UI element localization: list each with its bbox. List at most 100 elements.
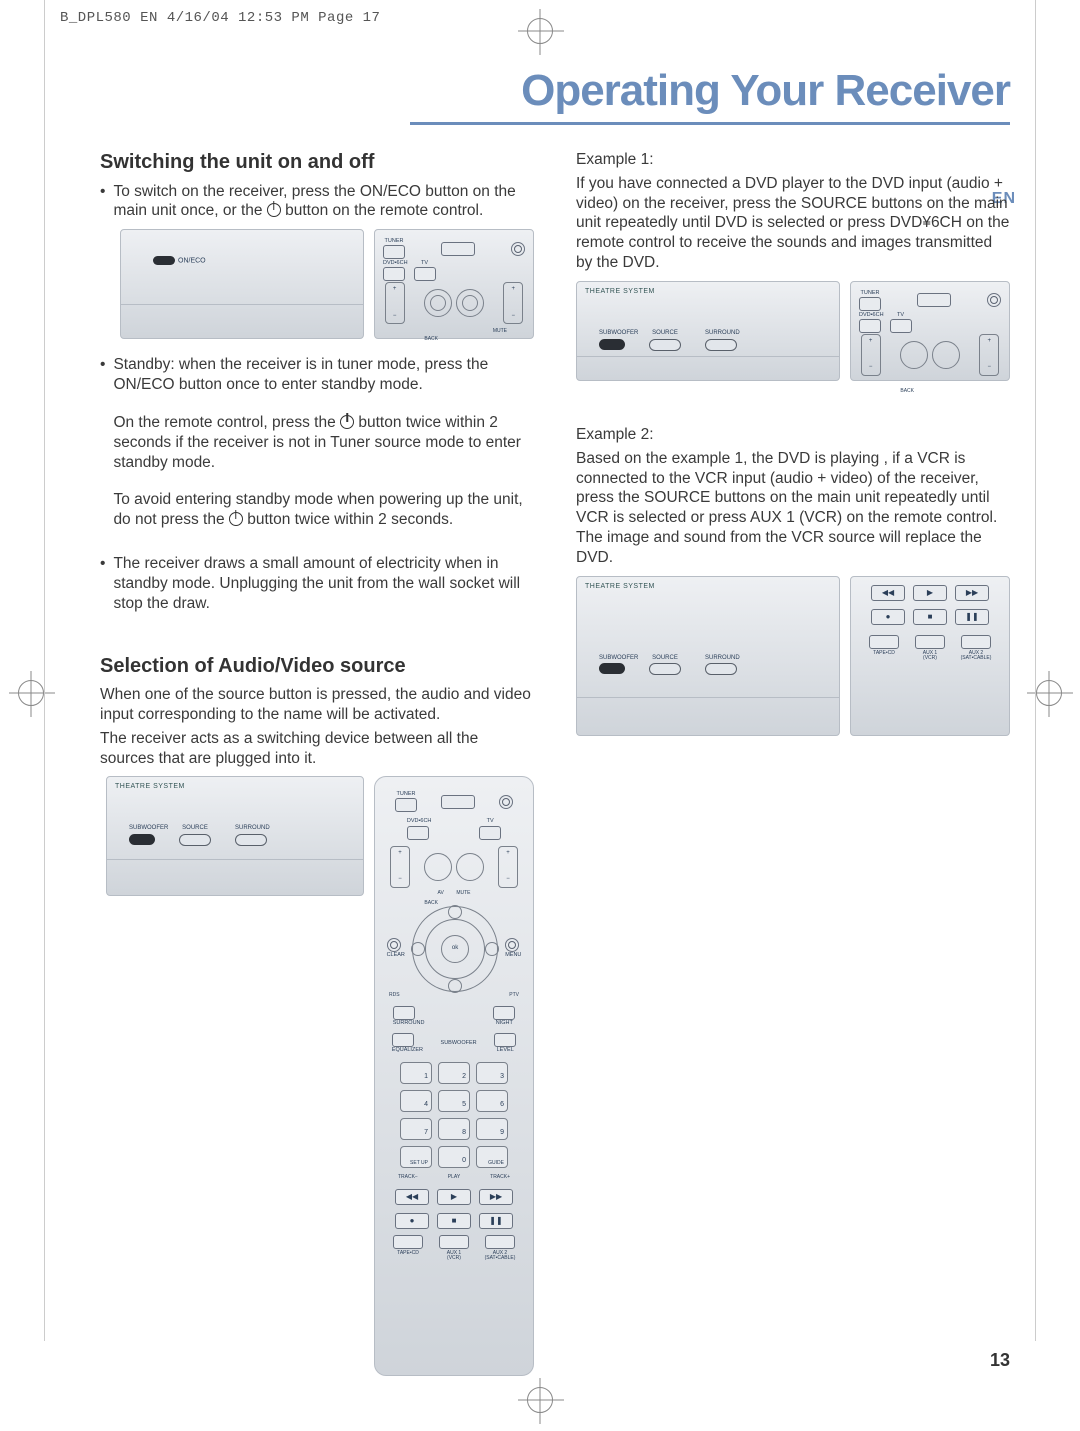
num-0: 0 [438,1146,470,1168]
power-icon [267,203,281,217]
record-button-icon: ● [395,1213,429,1229]
play-button-icon: ▶ [437,1189,471,1205]
num-7: 7 [400,1118,432,1140]
tv-label: TV [479,818,501,825]
channel-rocker-icon: +− [385,282,405,324]
num-5: 5 [438,1090,470,1112]
ok-button: ok [441,935,469,963]
main-unit-illustration: THEATRE SYSTEM SUBWOOFER SOURCE SURROUND [576,281,840,381]
nav-circle-icon [424,853,452,881]
theatre-system-label: THEATRE SYSTEM [585,583,655,592]
remote-top-illustration: TUNER DVD•6CH TV +− [374,229,534,339]
power-button-icon [987,293,1001,307]
subwoofer-label: SUBWOOFER [441,1040,477,1047]
volume-rocker-icon: +− [498,846,518,888]
left-column: Switching the unit on and off • To switc… [100,150,534,1392]
ptv-label: PTV [509,992,519,998]
standby-p2a: On the remote control, press the [113,414,340,431]
tv-button-icon [890,319,912,333]
heading-switching: Switching the unit on and off [100,150,534,176]
remote-transport-illustration: ◀◀ ▶ ▶▶ ● ■ ❚❚ TAPE•CD AUX 1 (VCR) A [850,576,1010,736]
figure-example1: THEATRE SYSTEM SUBWOOFER SOURCE SURROUND… [576,281,1010,381]
remote-full-illustration: TUNER DVD•6CH TV +− [374,776,534,1376]
bullet-icon: • [100,355,105,534]
volume-rocker-icon: +− [503,282,523,324]
tuner-label: TUNER [395,791,417,798]
tv-button-icon [414,267,436,281]
equalizer-button-icon [392,1033,414,1047]
num-4: 4 [400,1090,432,1112]
subwoofer-control: SUBWOOFER [129,825,168,845]
guide-button: GUIDE [476,1146,508,1168]
stop-button-icon: ■ [437,1213,471,1229]
figure-unit-remote-1: ON/ECO TUNER DVD•6CH TV [120,229,534,339]
tv-label: TV [414,260,436,267]
draw-text: The receiver draws a small amount of ele… [113,554,534,613]
main-unit-illustration: THEATRE SYSTEM SUBWOOFER SOURCE SURROUND [106,776,364,896]
page: B_DPL580 EN 4/16/04 12:53 PM Page 17 Ope… [0,0,1080,1431]
channel-rocker-icon: +− [861,334,881,376]
play-label: PLAY [448,1174,460,1180]
tv-button-icon [479,826,501,840]
heading-selection: Selection of Audio/Video source [100,654,534,680]
surround-control: SURROUND [705,655,740,676]
night-label: NIGHT [493,1020,515,1027]
dvd6ch-label: DVD•6CH [407,818,432,825]
nav-circle-icon [900,341,928,369]
standby-p3b: button twice within 2 seconds. [247,511,453,528]
main-unit-illustration: THEATRE SYSTEM SUBWOOFER SOURCE SURROUND [576,576,840,736]
menu-label: MENU [505,952,521,959]
play-button-icon: ▶ [913,585,947,601]
example1-text: If you have connected a DVD player to th… [576,174,1010,273]
rds-label: RDS [389,992,400,998]
main-unit-illustration: ON/ECO [120,229,364,339]
aux2-button-icon [485,1235,515,1249]
surround-control: SURROUND [235,825,270,846]
display-icon [917,293,951,307]
numpad: 1 2 3 4 5 6 7 8 9 SET UP 0 GUIDE [383,1062,525,1168]
power-icon [229,512,243,526]
tuner-button-icon [395,798,417,812]
aux2-label: AUX 2 (SAT•CABLE) [956,651,996,662]
subwoofer-control: SUBWOOFER [599,655,638,675]
tv-label: TV [890,312,912,319]
subwoofer-control: SUBWOOFER [599,330,638,350]
aux-tapecd-button-icon [393,1235,423,1249]
rewind-button-icon: ◀◀ [395,1189,429,1205]
tuner-button-icon [859,297,881,311]
mute-label: MUTE [456,890,470,896]
dvd6ch-button-icon [407,826,429,840]
setup-button: SET UP [400,1146,432,1168]
right-arrow-icon [485,942,499,956]
menu-button-icon [505,938,519,952]
aux1-label: AUX 1 (VCR) [434,1251,474,1262]
dvd6ch-label: DVD•6CH [383,260,408,267]
pause-button-icon: ❚❚ [479,1213,513,1229]
power-button-icon [511,242,525,256]
display-icon [441,795,475,809]
example2-label: Example 2: [576,425,1010,445]
source-control: SOURCE [649,655,681,676]
bullet-switch-on: • To switch on the receiver, press the O… [100,182,534,222]
track-prev-label: TRACK− [398,1174,418,1180]
selection-p2: The receiver acts as a switching device … [100,729,534,769]
dpad-icon: ok [412,906,498,992]
left-arrow-icon [411,942,425,956]
tuner-button-icon [383,245,405,259]
volume-rocker-icon: +− [979,334,999,376]
registration-mark-icon [18,680,44,706]
bullet-draw: • The receiver draws a small amount of e… [100,554,534,613]
power-button-icon [499,795,513,809]
num-9: 9 [476,1118,508,1140]
night-button-icon [493,1006,515,1020]
tuner-label: TUNER [383,238,405,245]
registration-mark-icon [1036,680,1062,706]
remote-top-illustration: TUNER DVD•6CH TV +− [850,281,1010,381]
forward-button-icon: ▶▶ [955,585,989,601]
back-label: BACK [424,336,438,342]
theatre-system-label: THEATRE SYSTEM [115,783,185,792]
num-1: 1 [400,1062,432,1084]
aux2-button-icon [961,635,991,649]
bullet-icon: • [100,554,105,613]
channel-rocker-icon: +− [390,846,410,888]
